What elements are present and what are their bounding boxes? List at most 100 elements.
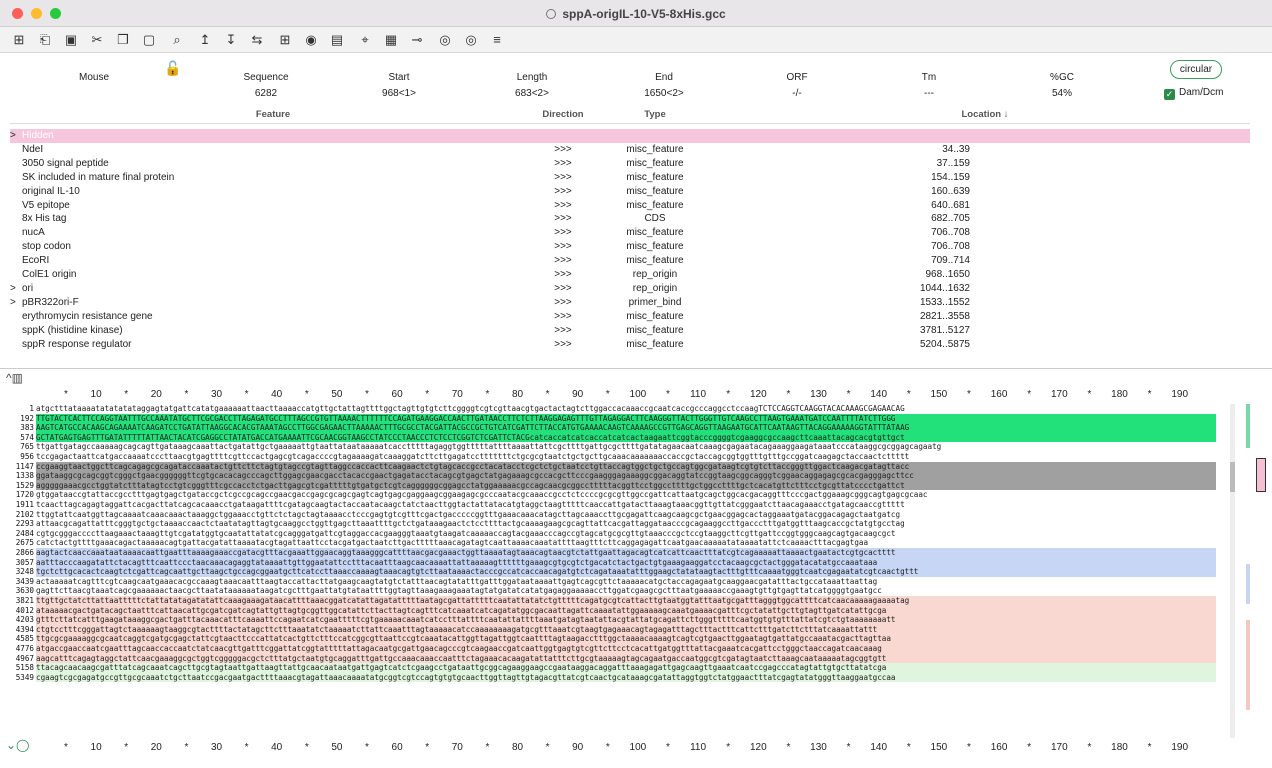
save-icon[interactable]: ▣: [62, 31, 80, 49]
sequence-line[interactable]: 956 tccgagactaattcatgaccaaaatcccttaacgtga…: [0, 452, 1220, 462]
feature-row[interactable]: > ori >>> rep_origin 1044..1632: [10, 282, 1250, 296]
sequence-line[interactable]: 2102 ttggtattcaatggttagcaaaatcaaacaaactaa…: [0, 509, 1220, 520]
scroll-track[interactable]: [1230, 404, 1235, 738]
sequence-text[interactable]: ggataaggcgcagcggtcgggctgaacggggggttcgtgc…: [36, 471, 1216, 481]
search-icon[interactable]: ⌕: [168, 31, 186, 49]
sequence-text[interactable]: ttggtattcaatggttagcaaaatcaaacaaactaaaggc…: [36, 509, 1216, 520]
feature-row[interactable]: erythromycin resistance gene >>> misc_feat…: [10, 310, 1250, 324]
menu-icon[interactable]: ≡: [488, 31, 506, 49]
cut-icon[interactable]: ✂: [88, 31, 106, 49]
sequence-text[interactable]: tcaacttagcagagtaggattcacgacttatcagcacaaa…: [36, 500, 1216, 510]
sequence-text[interactable]: gtggataaccgtattaccgcctttgagtgagctgataccg…: [36, 490, 1216, 500]
feature-row[interactable]: original IL-10 >>> misc_feature 160..639: [10, 185, 1250, 199]
feature-row[interactable]: V5 epitope >>> misc_feature 640..681: [10, 199, 1250, 213]
sequence-line[interactable]: 2675 catctactgttttgaaacagactaaaaacagtgatt…: [0, 538, 1220, 548]
sequence-text[interactable]: ttgttgctatcttattaatttttctattatatagatatat…: [36, 596, 1216, 606]
sequence-line[interactable]: 192 TTGTACTCACTTCCAGGTAATTTGCCAAATATGCTTC…: [0, 413, 1220, 424]
sequence-text[interactable]: atgctttataaaatatatatataggagtatgattcatatg…: [36, 404, 1216, 414]
feature-row[interactable]: sppK (histidine kinase) >>> misc_feature 37…: [10, 324, 1250, 338]
panel-icon[interactable]: ▦: [382, 31, 400, 49]
sequence-line[interactable]: 4585 ttgcgcgaaaaggcgcaatcaggtcgatgcgagcta…: [0, 634, 1220, 644]
sequence-text[interactable]: agggggaaacgcctggtatctttatagtcctgtcgggttt…: [36, 480, 1216, 491]
sequence-line[interactable]: 5158 ttacagcaacaagcgatttatcagcaaatcagcttg…: [0, 663, 1220, 673]
feature-column-header[interactable]: Feature: [256, 109, 290, 120]
search-circle-icon[interactable]: ⌄◯: [6, 738, 29, 752]
circle-a-icon[interactable]: ◎: [436, 31, 454, 49]
sequence-line[interactable]: 2484 cgtgcgggaccccttaagaaactaaagttgtcgata…: [0, 528, 1220, 539]
sequence-text[interactable]: catctactgttttgaaacagactaaaaacagtgattacga…: [36, 538, 1216, 548]
location-column-header[interactable]: Location ↓: [962, 109, 1009, 120]
open-icon[interactable]: ⎗: [36, 31, 54, 49]
sequence-text[interactable]: ttgcgcgaaaaggcgcaatcaggtcgatgcgagctattcg…: [36, 634, 1216, 644]
lock-fingerprint-icon[interactable]: 🔓: [164, 60, 181, 77]
sequence-text[interactable]: gtttcttatcatttgaagataaaggcgactgatttacaaa…: [36, 615, 1216, 625]
map-icon[interactable]: ▤: [328, 31, 346, 49]
sequence-line[interactable]: 1911 tcaacttagcagagtaggattcacgacttatcagca…: [0, 500, 1220, 510]
sequence-text[interactable]: AAGTCATGCCACAAGCAGAAAATCAAGATCCTGATATTAA…: [36, 423, 1216, 433]
arrow-up-icon[interactable]: ↥: [196, 31, 214, 49]
sequence-line[interactable]: 3057 aatttacccaagatattctacagtttcaattcccta…: [0, 557, 1220, 568]
feature-row[interactable]: nucA >>> misc_feature 706..708: [10, 226, 1250, 240]
expand-caret-icon[interactable]: >: [10, 296, 16, 310]
circle-b-icon[interactable]: ◎: [462, 31, 480, 49]
sequence-line[interactable]: 574 GCTATGAGTGAGTTTGATATTTTTATTAACTACATCG…: [0, 432, 1220, 443]
feature-row[interactable]: EcoRI >>> misc_feature 709..714: [10, 254, 1250, 268]
sequence-line[interactable]: 3821 ttgttgctatcttattaatttttctattatatagat…: [0, 596, 1220, 606]
sequence-line[interactable]: 1529 agggggaaacgcctggtatctttatagtcctgtcgg…: [0, 480, 1220, 491]
feature-row-hidden[interactable]: > Hidden: [10, 129, 1250, 143]
scroll-thumb[interactable]: [1230, 462, 1235, 492]
sequence-line[interactable]: 3630 gagttcttaacgtaaatcagcgaaaaaactaacgct…: [0, 586, 1220, 596]
minimap-view-box[interactable]: [1256, 458, 1266, 492]
checkmark-icon[interactable]: ✓: [1164, 89, 1175, 100]
sequence-text[interactable]: gagttcttaacgtaaatcagcgaaaaaactaacgcttaat…: [36, 586, 1216, 596]
feature-row[interactable]: sppR response regulator >>> misc_feature 52…: [10, 338, 1250, 352]
sequence-text[interactable]: aagtactcaaccaaataataaaacaattgaatttaaaaga…: [36, 548, 1216, 558]
sequence-line[interactable]: 4967 aagcatttcagagtaggctattcaacgaaaggcgct…: [0, 653, 1220, 664]
grid-icon[interactable]: ⊞: [276, 31, 294, 49]
paste-icon[interactable]: ▢: [140, 31, 158, 49]
sequence-text[interactable]: tgctcttgcacactcaagtctcgattcagcaattgcttaa…: [36, 567, 1216, 577]
sequence-text[interactable]: aagcatttcagagtaggctattcaacgaaaggcgctggtc…: [36, 653, 1216, 664]
direction-column-header[interactable]: Direction: [542, 109, 583, 120]
sequence-line[interactable]: 3248 tgctcttgcacactcaagtctcgattcagcaattgc…: [0, 567, 1220, 577]
panel-divider[interactable]: [0, 368, 1272, 372]
feature-row[interactable]: > pBR322ori-F >>> primer_bind 1533..1552: [10, 296, 1250, 310]
tag-icon[interactable]: ⌖: [356, 31, 374, 49]
circular-toggle[interactable]: circular: [1170, 60, 1222, 79]
sequence-line[interactable]: 3439 actaaaaatcagtttcgtcaagcaatgaaacacgcc…: [0, 576, 1220, 587]
sequence-text[interactable]: ttacagcaacaagcgatttatcagcaaatcagcttgcgta…: [36, 663, 1216, 673]
copy-icon[interactable]: ❐: [114, 31, 132, 49]
sequence-text[interactable]: aatttacccaagatattctacagtttcaattccctaacaa…: [36, 557, 1216, 568]
sequence-text[interactable]: cgtgcgggaccccttaagaaactaaagttgtcgatatggt…: [36, 528, 1216, 539]
sequence-view[interactable]: 1 atgctttataaaatatatatataggagtatgattcatat…: [0, 404, 1220, 740]
sequence-line[interactable]: 765 ttgattgatagccaaaaagcagcagttgataaagcaa…: [0, 442, 1220, 452]
sequence-line[interactable]: 1720 gtggataaccgtattaccgcctttgagtgagctgat…: [0, 490, 1220, 500]
sequence-line[interactable]: 4776 atgaccgaaccaatcgaatttagcaaccaccaatct…: [0, 644, 1220, 654]
sequence-line[interactable]: 4012 ataaaaacgactgatacagctaatttcattaacatt…: [0, 605, 1220, 616]
sequence-minimap[interactable]: [1226, 404, 1270, 738]
sequence-line[interactable]: 383 AAGTCATGCCACAAGCAGAAAATCAAGATCCTGATAT…: [0, 423, 1220, 433]
swap-icon[interactable]: ⇆: [248, 31, 266, 49]
expand-caret-icon[interactable]: >: [10, 129, 16, 143]
sequence-text[interactable]: ctgtcctttcgggattagtctaaaaaagtaaggcgtactt…: [36, 624, 1216, 635]
arrow-down-icon[interactable]: ↧: [222, 31, 240, 49]
sequence-text[interactable]: actaaaaatcagtttcgtcaagcaatgaaacacgccaaag…: [36, 576, 1216, 587]
sequence-line[interactable]: 5349 cgaagtcgcgagatgccgttgcgcaaatctgcttaa…: [0, 672, 1220, 683]
sequence-text[interactable]: ttgattgatagccaaaaagcagcagttgataaagcaaatt…: [36, 442, 1216, 452]
sequence-line[interactable]: 1 atgctttataaaatatatatataggagtatgattcatat…: [0, 404, 1220, 414]
feature-row[interactable]: SK included in mature final protein >>> mi…: [10, 171, 1250, 185]
sequence-text[interactable]: ataaaaacgactgatacagctaatttcattaacattgcga…: [36, 605, 1216, 616]
feature-row[interactable]: 3050 signal peptide >>> misc_feature 37..15…: [10, 157, 1250, 171]
sequence-line[interactable]: 1147 ccgaaggtaactggcttcagcagagcgcagatacca…: [0, 461, 1220, 472]
new-file-icon[interactable]: ⊞: [10, 31, 28, 49]
sequence-text[interactable]: TTGTACTCACTTCCAGGTAATTTGCCAAATATGCTTCGCG…: [36, 413, 1216, 424]
expand-caret-icon[interactable]: >: [10, 282, 16, 296]
sequence-line[interactable]: 2293 attaacgcagattatttcgggtgctgctaaaaccaa…: [0, 519, 1220, 529]
sequence-line[interactable]: 4394 ctgtcctttcgggattagtctaaaaaagtaaggcgt…: [0, 624, 1220, 635]
dam-dcm-checkbox[interactable]: ✓ Dam/Dcm: [1164, 87, 1223, 100]
feature-row[interactable]: 8x His tag >>> CDS 682..705: [10, 212, 1250, 226]
columns-icon[interactable]: ^▥: [6, 371, 23, 385]
sequence-text[interactable]: GCTATGAGTGAGTTTGATATTTTTATTAACTACATCGAGG…: [36, 432, 1216, 443]
sequence-text[interactable]: atgaccgaaccaatcgaatttagcaaccaccaatctatca…: [36, 644, 1216, 654]
sequence-text[interactable]: tccgagactaattcatgaccaaaatcccttaacgtgagtt…: [36, 452, 1216, 462]
